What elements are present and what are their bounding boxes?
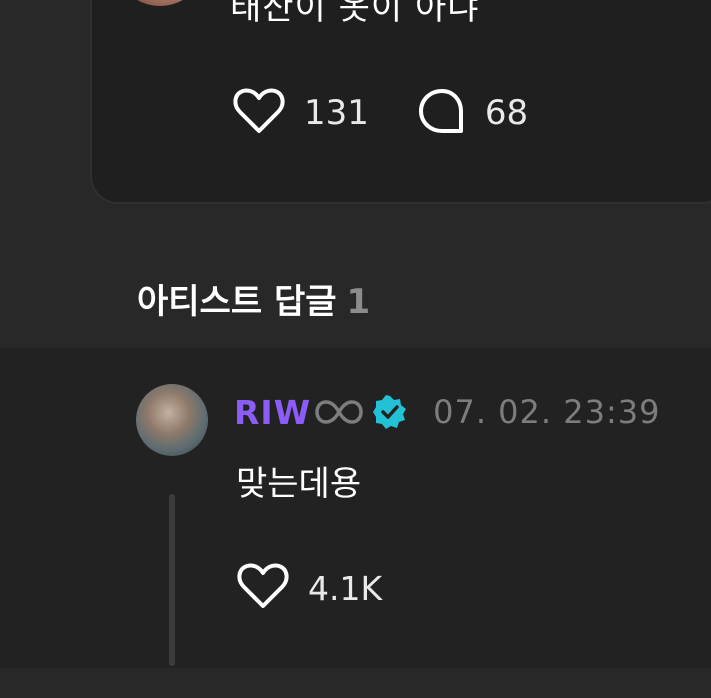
thread-line <box>169 494 175 666</box>
post-like-button[interactable]: 131 <box>232 87 369 139</box>
artist-reply-section-title: 아티스트 답글 1 <box>137 274 370 323</box>
reply-like-count: 4.1K <box>308 568 383 608</box>
post-comment-count: 68 <box>484 93 529 133</box>
post-actions: 131 68 <box>232 88 576 138</box>
section-count: 1 <box>346 282 371 322</box>
reply-author-name[interactable]: RIW <box>234 393 311 432</box>
heart-icon <box>232 87 286 139</box>
post-card[interactable]: 태산이 옷이 아냐 131 68 <box>90 0 711 204</box>
reply-author-avatar[interactable] <box>136 384 208 456</box>
post-comment-button[interactable]: 68 <box>417 87 528 139</box>
reply-text: 맞는데용 <box>236 464 362 504</box>
post-author-avatar[interactable] <box>114 0 206 6</box>
page: 태산이 옷이 아냐 131 68 아티스트 답글 1 RIW 07. 02. 2… <box>0 0 711 698</box>
reply-date: 07. 02. 23:39 <box>433 393 661 431</box>
infinity-icon <box>315 399 363 425</box>
post-text: 태산이 옷이 아냐 <box>230 0 480 28</box>
reply-header: RIW 07. 02. 23:39 <box>234 390 660 434</box>
verified-badge-icon <box>373 395 407 429</box>
bottom-spacer <box>0 668 711 698</box>
section-title-text: 아티스트 답글 <box>137 282 337 322</box>
reply-like-button[interactable]: 4.1K <box>236 562 382 614</box>
post-like-count: 131 <box>304 93 369 133</box>
comment-icon <box>417 87 467 139</box>
heart-icon <box>236 562 290 614</box>
reply-item: RIW 07. 02. 23:39 맞는데용 4.1K <box>0 348 711 668</box>
